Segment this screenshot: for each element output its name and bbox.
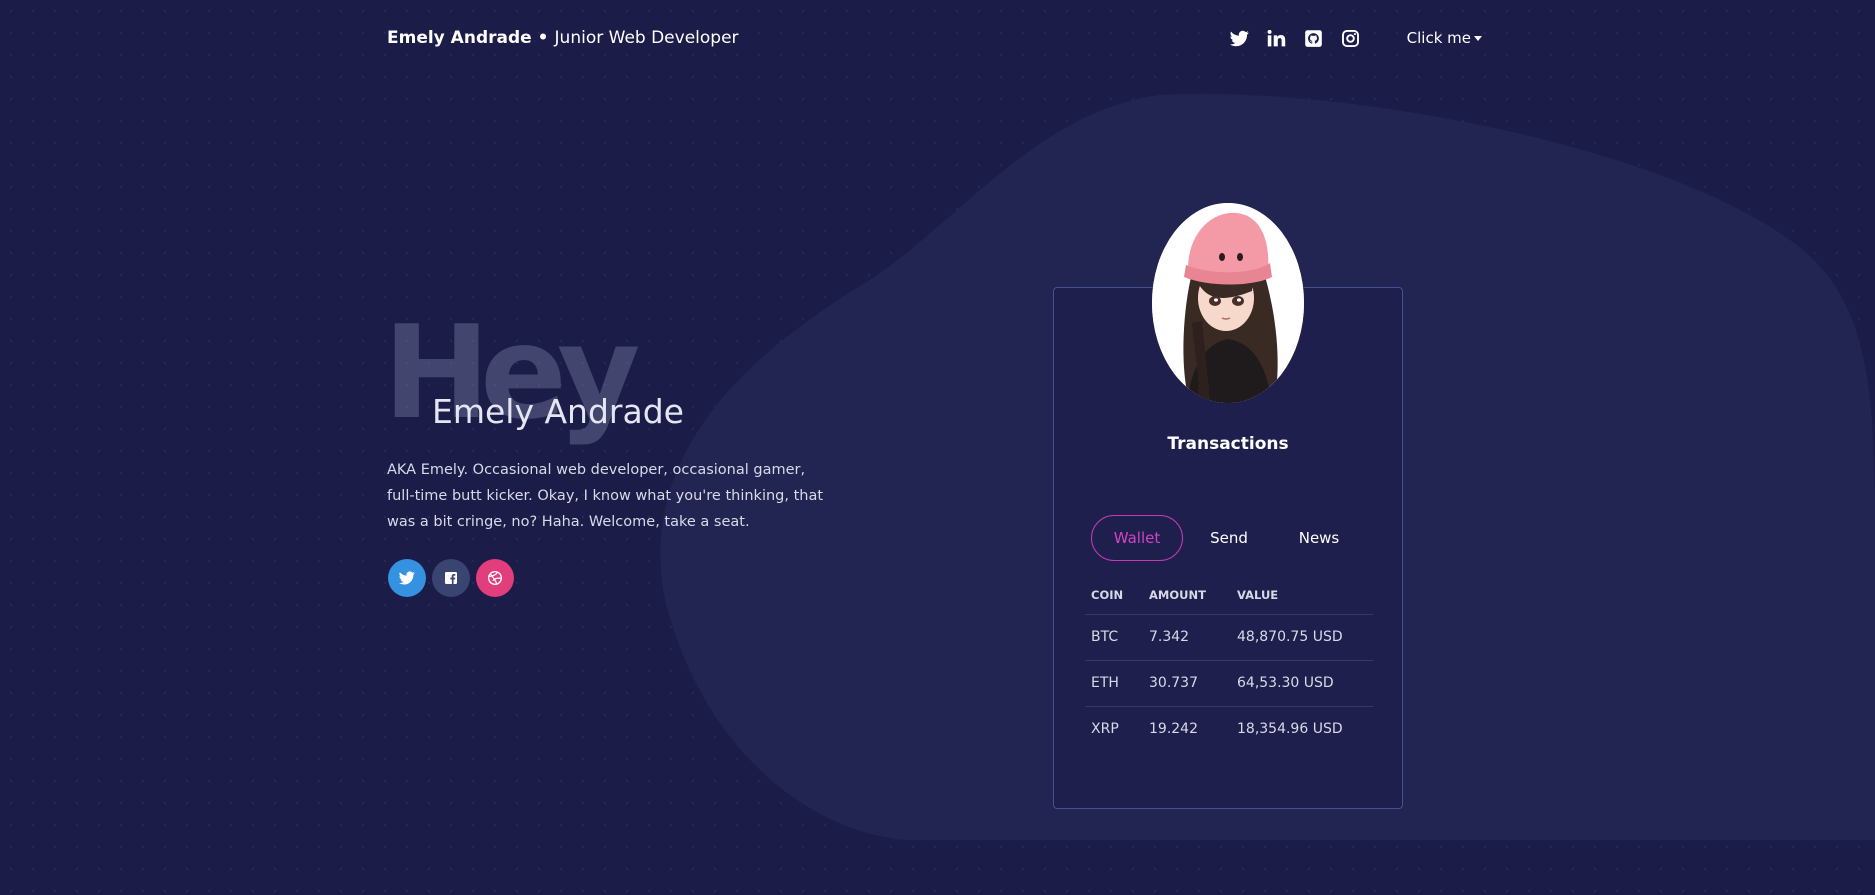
- value-cell: 64,53.30 USD: [1231, 659, 1373, 706]
- navbar: Emely Andrade • Junior Web Developer Cli…: [387, 25, 1482, 51]
- value-cell: 48,870.75 USD: [1231, 613, 1373, 660]
- table-row: BTC 7.342 48,870.75 USD: [1085, 613, 1373, 660]
- dribbble-icon: [488, 571, 502, 585]
- github-icon[interactable]: [1304, 28, 1324, 48]
- twitter-icon[interactable]: [1230, 28, 1250, 48]
- dropdown-label: Click me: [1406, 29, 1471, 47]
- brand-name: Emely Andrade: [387, 28, 532, 48]
- coin-cell: XRP: [1085, 705, 1143, 752]
- tab-wallet[interactable]: Wallet: [1091, 515, 1183, 561]
- caret-down-icon: [1474, 35, 1482, 41]
- tab-send[interactable]: Send: [1183, 515, 1275, 561]
- instagram-icon[interactable]: [1341, 28, 1361, 48]
- transactions-table: COIN AMOUNT VALUE BTC 7.342 48,870.75 US…: [1085, 588, 1373, 752]
- avatar: [1152, 203, 1304, 403]
- amount-cell: 7.342: [1143, 613, 1231, 660]
- hero-social-buttons: [388, 559, 520, 597]
- table-row: XRP 19.242 18,354.96 USD: [1085, 705, 1373, 752]
- table-header-row: COIN AMOUNT VALUE: [1085, 588, 1373, 614]
- linkedin-icon[interactable]: [1267, 28, 1287, 48]
- value-cell: 18,354.96 USD: [1231, 705, 1373, 752]
- coin-cell: BTC: [1085, 613, 1143, 660]
- facebook-icon: [445, 572, 457, 584]
- twitter-icon: [399, 571, 415, 585]
- anime-girl-avatar-illustration: [1152, 203, 1304, 403]
- dribbble-button[interactable]: [476, 559, 514, 597]
- brand[interactable]: Emely Andrade • Junior Web Developer: [387, 28, 739, 48]
- amount-cell: 30.737: [1143, 659, 1231, 706]
- column-header: AMOUNT: [1149, 588, 1206, 602]
- background-blob: [660, 93, 1875, 840]
- transactions-card: Transactions Wallet Send News COIN AMOUN…: [1053, 203, 1403, 809]
- hero-name: Emely Andrade: [432, 392, 684, 431]
- table-row: ETH 30.737 64,53.30 USD: [1085, 659, 1373, 706]
- brand-separator: •: [537, 28, 549, 48]
- card-tabs: Wallet Send News: [1091, 515, 1363, 561]
- hero-bio: AKA Emely. Occasional web developer, occ…: [387, 462, 824, 530]
- brand-role: Junior Web Developer: [554, 28, 739, 48]
- column-header: COIN: [1091, 588, 1124, 602]
- facebook-button[interactable]: [432, 559, 470, 597]
- nav-right: Click me: [1213, 28, 1482, 48]
- tab-news[interactable]: News: [1275, 515, 1363, 561]
- coin-cell: ETH: [1085, 659, 1143, 706]
- card-title: Transactions: [1167, 434, 1289, 454]
- column-header: VALUE: [1237, 588, 1279, 602]
- twitter-button[interactable]: [388, 559, 426, 597]
- click-me-dropdown[interactable]: Click me: [1407, 29, 1482, 47]
- amount-cell: 19.242: [1143, 705, 1231, 752]
